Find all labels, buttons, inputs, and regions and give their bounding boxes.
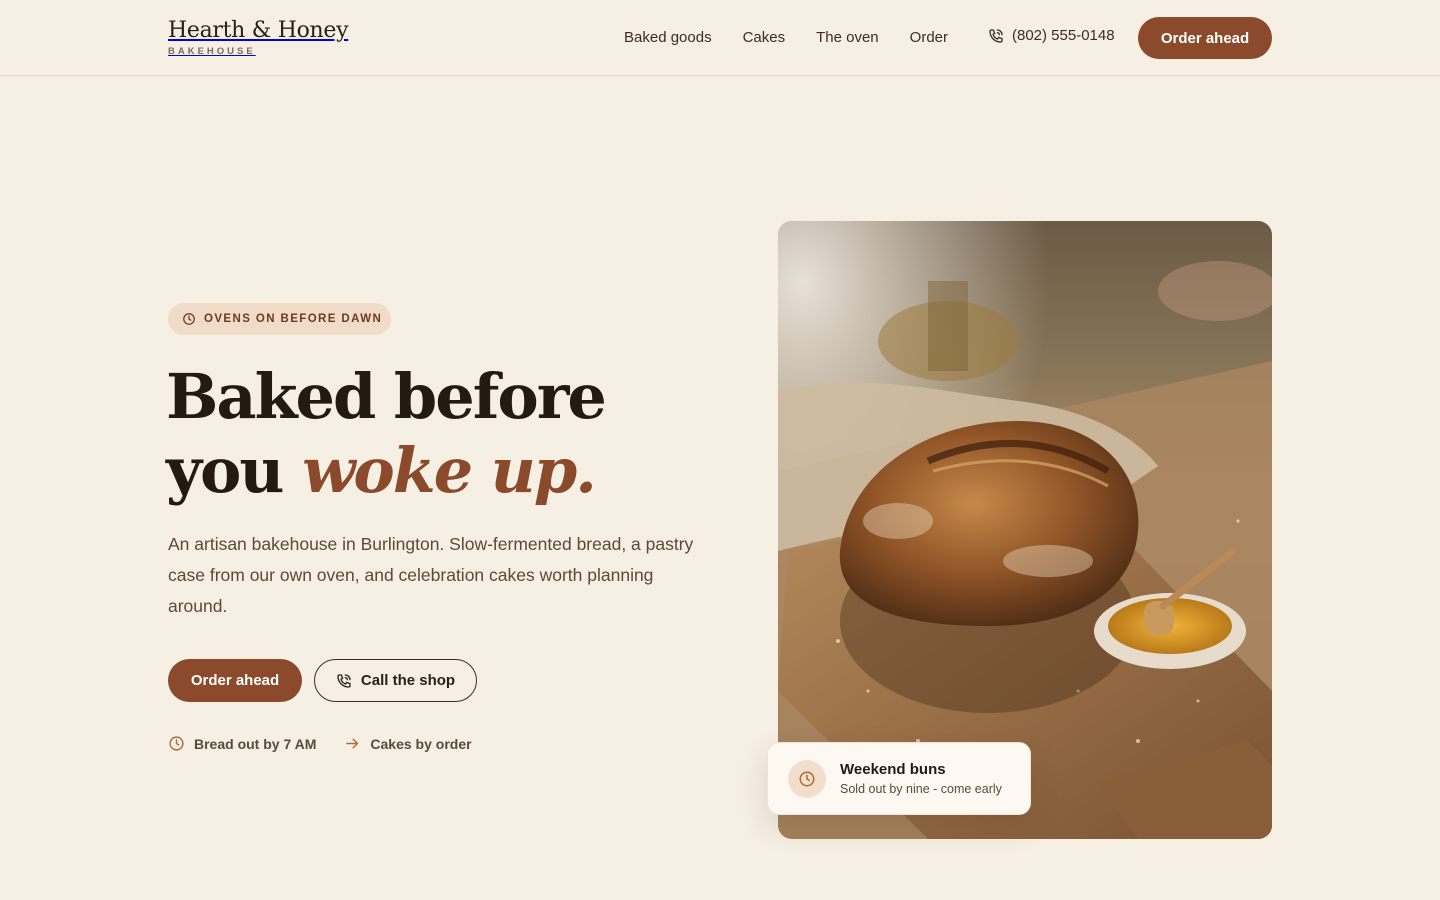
nav-link-baked-goods[interactable]: Baked goods (624, 28, 712, 48)
clock-icon (799, 771, 815, 786)
hero-headline-line2: you (166, 434, 284, 507)
meta-item-label: Cakes by order (370, 735, 472, 752)
site-header: Hearth & Honey BAKEHOUSE Baked goods Cak… (0, 0, 1440, 76)
hero-headline: Baked before you woke up. (166, 360, 607, 508)
brand-name: Hearth & Honey (168, 18, 349, 43)
nav-link-the-oven[interactable]: The oven (816, 28, 879, 48)
header-phone-number: (802) 555-0148 (1012, 27, 1115, 44)
phone-icon (337, 673, 351, 688)
nav-link-order[interactable]: Order (910, 28, 948, 48)
meta-item-bread-time: Bread out by 7 AM (168, 735, 316, 752)
hero-meta: Bread out by 7 AM Cakes by order (168, 735, 472, 752)
header-order-ahead-button[interactable]: Order ahead (1138, 17, 1272, 59)
phone-icon (989, 28, 1003, 43)
brand-subtitle: BAKEHOUSE (168, 46, 256, 57)
hero-description: An artisan bakehouse in Burlington. Slow… (168, 534, 694, 616)
card-subtitle: Sold out by nine - come early (840, 782, 1002, 796)
hero-headline-line1: Baked before (166, 360, 607, 433)
card-icon-wrap (788, 759, 826, 798)
nav-link-cakes[interactable]: Cakes (743, 28, 786, 48)
card-title: Weekend buns (840, 761, 946, 778)
main-nav: Baked goods Cakes The oven Order (624, 28, 948, 48)
hero-order-ahead-button[interactable]: Order ahead (168, 659, 302, 702)
meta-item-label: Bread out by 7 AM (194, 735, 317, 752)
card-text: Weekend buns Sold out by nine - come ear… (840, 761, 1002, 796)
hero-actions: Order ahead Call the shop (168, 659, 477, 702)
brand-logo[interactable]: Hearth & Honey BAKEHOUSE (168, 18, 349, 57)
arrow-right-icon (346, 738, 359, 749)
meta-item-cakes: Cakes by order (344, 735, 472, 752)
header-phone-link[interactable]: (802) 555-0148 (988, 27, 1115, 44)
clock-icon (183, 313, 195, 325)
call-the-shop-button[interactable]: Call the shop (314, 659, 477, 702)
hero-badge: OVENS ON BEFORE DAWN (168, 303, 391, 335)
weekend-buns-card: Weekend buns Sold out by nine - come ear… (767, 742, 1031, 815)
clock-icon (169, 736, 184, 751)
hero-headline-accent: woke up. (302, 434, 597, 507)
call-the-shop-label: Call the shop (360, 672, 456, 689)
hero-badge-label: OVENS ON BEFORE DAWN (204, 313, 383, 325)
